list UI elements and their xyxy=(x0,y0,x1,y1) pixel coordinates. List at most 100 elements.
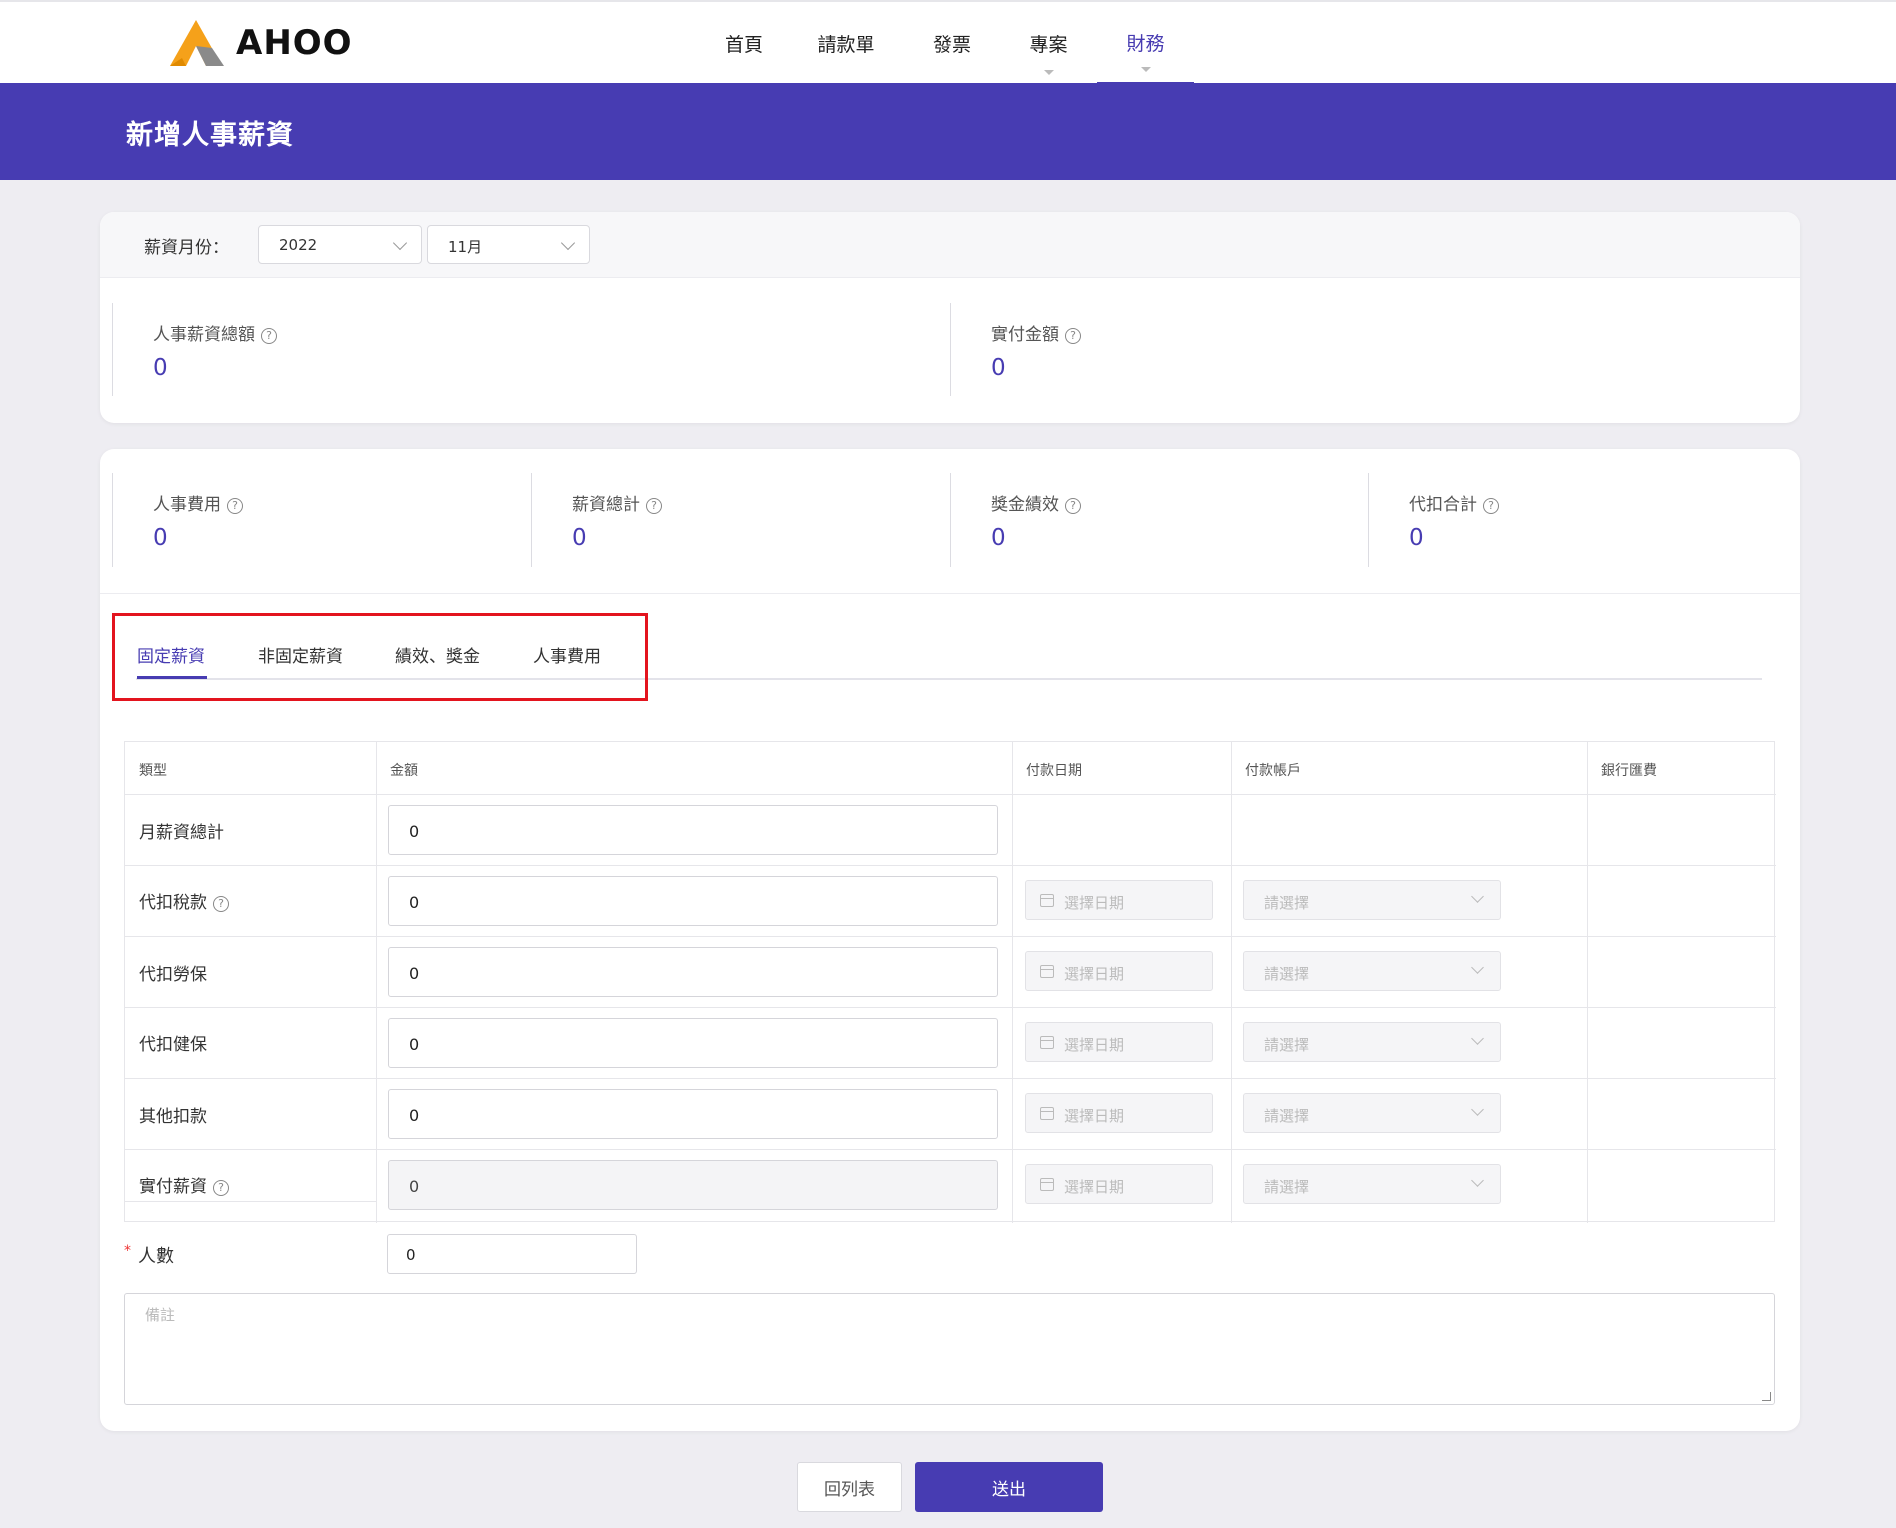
chevron-down-icon xyxy=(1140,67,1151,72)
divider xyxy=(1587,742,1588,1223)
month-select[interactable]: 11月 xyxy=(427,225,590,264)
divider xyxy=(125,865,1776,866)
divider xyxy=(125,794,1776,795)
help-icon[interactable]: ? xyxy=(227,498,243,514)
highlight-box xyxy=(112,613,648,701)
row-label-labor-insurance: 代扣勞保 xyxy=(139,965,207,985)
stat-label: 代扣合計 xyxy=(1409,495,1477,515)
help-icon[interactable]: ? xyxy=(213,896,229,912)
divider xyxy=(125,936,1776,937)
calendar-icon xyxy=(1040,1036,1054,1049)
amount-input-labor-insurance[interactable]: 0 xyxy=(388,947,998,997)
resize-handle-icon[interactable] xyxy=(1762,1392,1771,1401)
top-navbar: AHOO 首頁 請款單 發票 專案 財務 xyxy=(0,0,1896,85)
divider xyxy=(125,1078,1776,1079)
logo-icon xyxy=(168,18,224,68)
divider xyxy=(100,593,1800,594)
date-picker[interactable]: 選擇日期 xyxy=(1025,1093,1213,1133)
stat-value: 0 xyxy=(153,355,168,381)
brand-name: AHOO xyxy=(236,23,353,63)
headcount-input[interactable]: 0 xyxy=(387,1234,637,1274)
help-icon[interactable]: ? xyxy=(646,498,662,514)
period-bar: 薪資月份： 2022 11月 xyxy=(100,212,1800,278)
chevron-down-icon xyxy=(560,235,576,251)
chevron-down-icon xyxy=(1471,1103,1484,1116)
row-label-other-deduction: 其他扣款 xyxy=(139,1107,207,1127)
stat-label: 實付金額 xyxy=(991,325,1059,345)
page-title: 新增人事薪資 xyxy=(126,120,294,151)
page-header: 新增人事薪資 xyxy=(0,83,1896,180)
calendar-icon xyxy=(1040,1107,1054,1120)
brand-logo[interactable]: AHOO xyxy=(168,18,353,68)
column-header-pay-account: 付款帳戶 xyxy=(1245,763,1301,779)
chevron-down-icon xyxy=(1043,70,1054,75)
year-select[interactable]: 2022 xyxy=(258,225,422,264)
date-picker[interactable]: 選擇日期 xyxy=(1025,880,1213,920)
stat-value: 0 xyxy=(572,525,587,551)
back-to-list-button[interactable]: 回列表 xyxy=(797,1462,902,1512)
calendar-icon xyxy=(1040,965,1054,978)
stat-value: 0 xyxy=(991,525,1006,551)
row-label-net-pay: 實付薪資? xyxy=(139,1172,229,1197)
divider xyxy=(1231,742,1232,1223)
stat-personnel-cost: 人事費用? 0 xyxy=(112,473,522,567)
period-label: 薪資月份： xyxy=(144,238,229,258)
help-icon[interactable]: ? xyxy=(1065,328,1081,344)
stat-paid-amount: 實付金額? 0 xyxy=(950,303,1780,396)
help-icon[interactable]: ? xyxy=(1483,498,1499,514)
summary-card: 薪資月份： 2022 11月 人事薪資總額? 0 實付金額? 0 xyxy=(100,212,1800,423)
stat-deduction-total: 代扣合計? 0 xyxy=(1368,473,1778,567)
date-picker[interactable]: 選擇日期 xyxy=(1025,1164,1213,1204)
help-icon[interactable]: ? xyxy=(1065,498,1081,514)
help-icon[interactable]: ? xyxy=(213,1180,229,1196)
column-header-amount: 金額 xyxy=(390,763,418,779)
account-select[interactable]: 請選擇 xyxy=(1243,1022,1501,1062)
stat-total-salary: 人事薪資總額? 0 xyxy=(112,303,942,396)
account-select[interactable]: 請選擇 xyxy=(1243,880,1501,920)
amount-input-monthly-total[interactable]: 0 xyxy=(388,805,998,855)
stat-salary-total: 薪資總計? 0 xyxy=(531,473,941,567)
nav-item-projects[interactable]: 專案 xyxy=(1000,2,1097,85)
chevron-down-icon xyxy=(1471,1174,1484,1187)
nav-item-requests[interactable]: 請款單 xyxy=(788,2,904,85)
row-label-health-insurance: 代扣健保 xyxy=(139,1035,207,1055)
stat-value: 0 xyxy=(1409,525,1424,551)
stat-label: 薪資總計 xyxy=(572,495,640,515)
main-nav: 首頁 請款單 發票 專案 財務 xyxy=(700,2,1194,85)
date-picker[interactable]: 選擇日期 xyxy=(1025,951,1213,991)
amount-input-health-insurance[interactable]: 0 xyxy=(388,1018,998,1068)
column-header-type: 類型 xyxy=(139,763,167,779)
submit-button[interactable]: 送出 xyxy=(915,1462,1103,1512)
stat-label: 人事薪資總額 xyxy=(153,325,255,345)
notes-textarea[interactable]: 備註 xyxy=(124,1293,1775,1405)
nav-item-home[interactable]: 首頁 xyxy=(700,2,788,85)
row-label-monthly-total: 月薪資總計 xyxy=(139,823,224,843)
account-select[interactable]: 請選擇 xyxy=(1243,1093,1501,1133)
calendar-icon xyxy=(1040,1178,1054,1191)
row-label-tax-withholding: 代扣稅款? xyxy=(139,888,229,913)
salary-table: 類型 金額 付款日期 付款帳戶 銀行匯費 月薪資總計 0 代扣稅款? 0 選擇日… xyxy=(124,741,1776,1223)
help-icon[interactable]: ? xyxy=(261,328,277,344)
divider xyxy=(125,1201,376,1202)
chevron-down-icon xyxy=(1471,961,1484,974)
nav-item-invoices[interactable]: 發票 xyxy=(904,2,1000,85)
divider xyxy=(125,1149,1776,1150)
stat-value: 0 xyxy=(991,355,1006,381)
divider xyxy=(125,1007,1776,1008)
amount-input-other-deduction[interactable]: 0 xyxy=(388,1089,998,1139)
account-select[interactable]: 請選擇 xyxy=(1243,1164,1501,1204)
amount-input-tax-withholding[interactable]: 0 xyxy=(388,876,998,926)
column-header-pay-date: 付款日期 xyxy=(1026,763,1082,779)
calendar-icon xyxy=(1040,894,1054,907)
stat-bonus: 獎金績效? 0 xyxy=(950,473,1360,567)
chevron-down-icon xyxy=(1471,890,1484,903)
amount-input-net-pay: 0 xyxy=(388,1160,998,1210)
date-picker[interactable]: 選擇日期 xyxy=(1025,1022,1213,1062)
nav-item-finance[interactable]: 財務 xyxy=(1097,2,1194,85)
account-select[interactable]: 請選擇 xyxy=(1243,951,1501,991)
headcount-label: 人數 xyxy=(138,1246,174,1267)
divider xyxy=(1012,742,1013,1223)
required-indicator: * xyxy=(124,1243,131,1259)
column-header-bank-fee: 銀行匯費 xyxy=(1601,763,1657,779)
stat-value: 0 xyxy=(153,525,168,551)
